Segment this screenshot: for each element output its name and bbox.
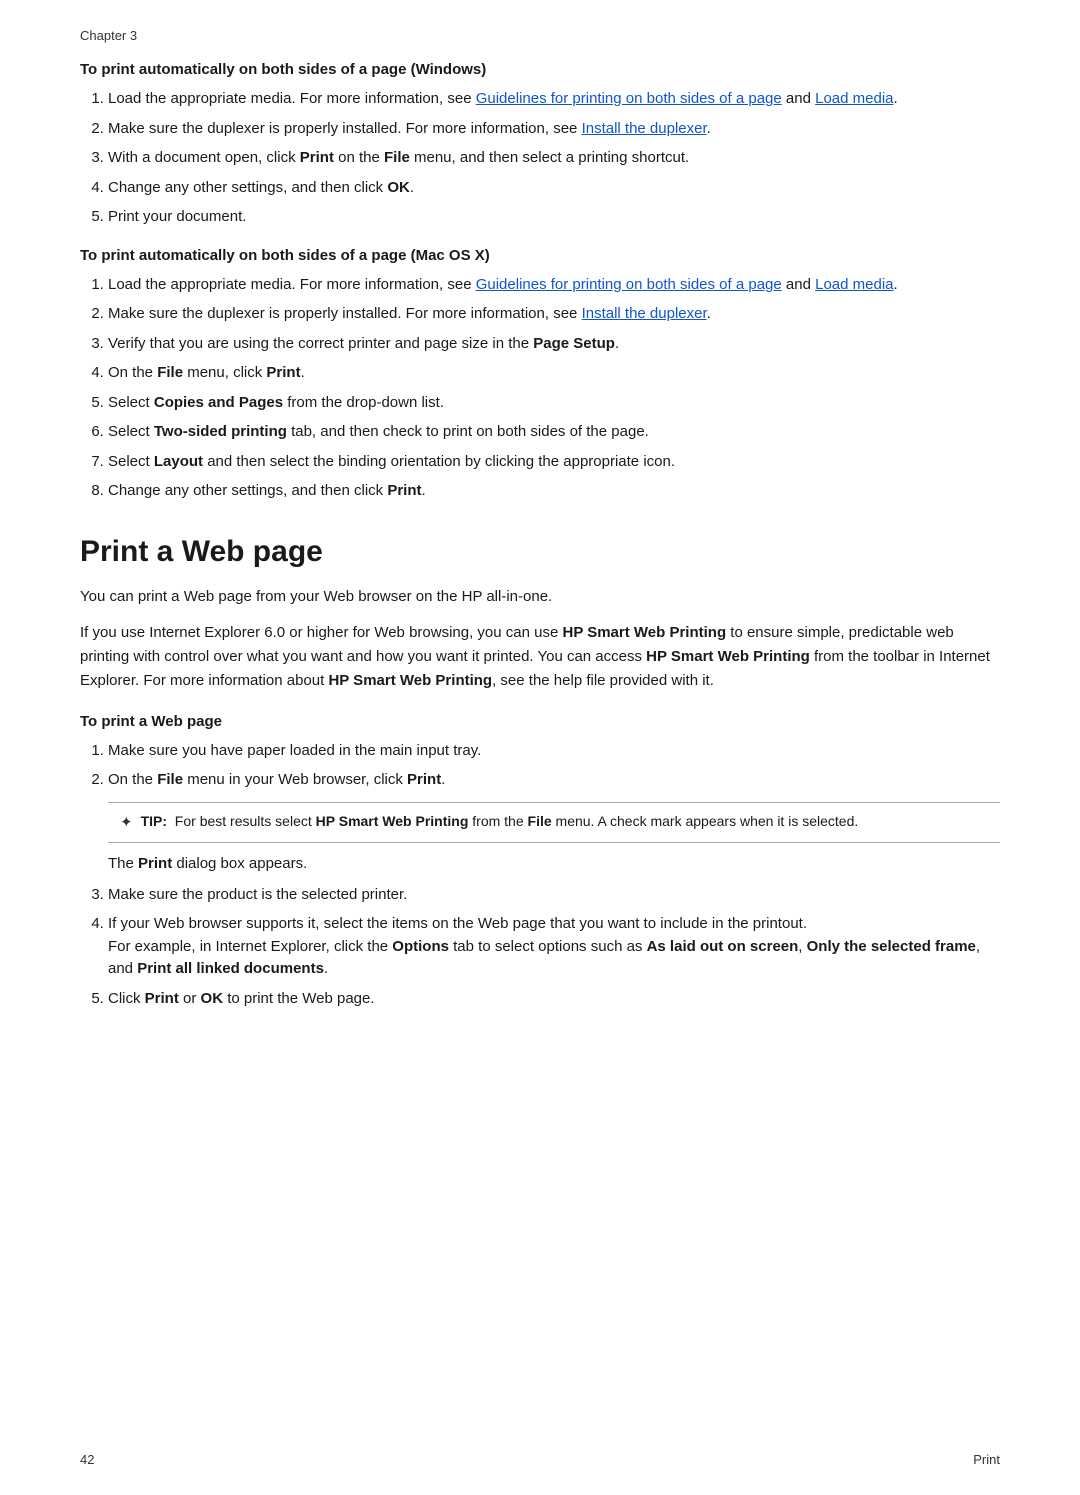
list-item: Make sure the duplexer is properly insta… <box>108 118 1000 141</box>
print-web-steps-cont-list: Make sure the product is the selected pr… <box>80 884 1000 1011</box>
list-item: On the File menu, click Print. <box>108 362 1000 385</box>
mac-steps-list: Load the appropriate media. For more inf… <box>80 274 1000 503</box>
guidelines-link-1[interactable]: Guidelines for printing on both sides of… <box>476 90 782 107</box>
load-media-link-2[interactable]: Load media <box>815 276 893 293</box>
list-item: Select Two-sided printing tab, and then … <box>108 421 1000 444</box>
print-dialog-text: The Print dialog box appears. <box>108 853 1000 876</box>
mac-heading: To print automatically on both sides of … <box>80 247 1000 264</box>
list-item: Click Print or OK to print the Web page. <box>108 988 1000 1011</box>
footer-section-label: Print <box>973 1452 1000 1467</box>
list-item: If your Web browser supports it, select … <box>108 913 1000 981</box>
tip-content: TIP: For best results select HP Smart We… <box>141 811 859 832</box>
windows-heading: To print automatically on both sides of … <box>80 61 1000 78</box>
chapter-label: Chapter 3 <box>80 28 1000 43</box>
print-web-subheading: To print a Web page <box>80 713 1000 730</box>
install-duplexer-link-2[interactable]: Install the duplexer <box>582 305 707 322</box>
list-item: Verify that you are using the correct pr… <box>108 333 1000 356</box>
list-item: Make sure the product is the selected pr… <box>108 884 1000 907</box>
print-web-section: Print a Web page You can print a Web pag… <box>80 535 1000 1011</box>
mac-section: To print automatically on both sides of … <box>80 247 1000 503</box>
list-item: With a document open, click Print on the… <box>108 147 1000 170</box>
list-item: Change any other settings, and then clic… <box>108 177 1000 200</box>
web-para-2: If you use Internet Explorer 6.0 or high… <box>80 621 1000 693</box>
tip-box: ✦ TIP: For best results select HP Smart … <box>108 802 1000 844</box>
list-item: Print your document. <box>108 206 1000 229</box>
list-item: Load the appropriate media. For more inf… <box>108 88 1000 111</box>
windows-steps-list: Load the appropriate media. For more inf… <box>80 88 1000 229</box>
guidelines-link-2[interactable]: Guidelines for printing on both sides of… <box>476 276 782 293</box>
list-item: Select Layout and then select the bindin… <box>108 451 1000 474</box>
list-item: On the File menu in your Web browser, cl… <box>108 769 1000 792</box>
print-web-heading: Print a Web page <box>80 535 1000 569</box>
list-item: Load the appropriate media. For more inf… <box>108 274 1000 297</box>
print-web-steps-list: Make sure you have paper loaded in the m… <box>80 740 1000 792</box>
list-item: Make sure you have paper loaded in the m… <box>108 740 1000 763</box>
install-duplexer-link-1[interactable]: Install the duplexer <box>582 120 707 137</box>
tip-icon: ✦ <box>120 812 133 835</box>
load-media-link-1[interactable]: Load media <box>815 90 893 107</box>
list-item: Make sure the duplexer is properly insta… <box>108 303 1000 326</box>
list-item: Select Copies and Pages from the drop-do… <box>108 392 1000 415</box>
list-item: Change any other settings, and then clic… <box>108 480 1000 503</box>
footer-page-number: 42 <box>80 1452 94 1467</box>
windows-section: To print automatically on both sides of … <box>80 61 1000 229</box>
page-footer: 42 Print <box>80 1452 1000 1467</box>
web-para-1: You can print a Web page from your Web b… <box>80 585 1000 609</box>
